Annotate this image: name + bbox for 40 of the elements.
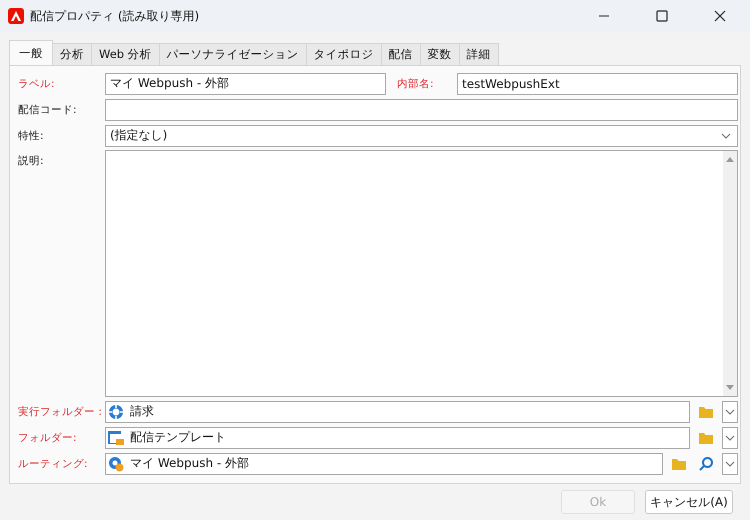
label-field[interactable]: マイ Webpush - 外部 — [105, 72, 386, 94]
tab[interactable]: 一般 — [9, 40, 53, 65]
arrow-down-icon[interactable] — [726, 385, 734, 391]
folder-picker-field[interactable]: 配信テンプレート — [105, 426, 690, 448]
internal-name-field[interactable]: testWebpushExt — [457, 72, 738, 94]
tab[interactable]: 分析 — [52, 43, 92, 65]
dropdown-button[interactable] — [722, 452, 738, 474]
tab[interactable]: 配信 — [380, 43, 421, 65]
field-label: 実行フォルダー : — [18, 404, 102, 418]
field-label: ラベル: — [18, 76, 56, 90]
window-title: 配信プロパティ (読み取り専用) — [30, 8, 200, 24]
folder-picker-field[interactable]: マイ Webpush - 外部 — [105, 452, 663, 474]
chevron-down-icon — [721, 132, 731, 138]
folder-picker-field[interactable]: 請求 — [105, 400, 690, 422]
dropdown-button[interactable] — [722, 426, 738, 448]
field-label: 内部名: — [396, 76, 435, 90]
dropdown[interactable]: (指定なし) — [105, 124, 738, 146]
arrow-up-icon[interactable] — [726, 156, 734, 162]
dropdown-button[interactable] — [722, 400, 738, 422]
tab[interactable]: Web 分析 — [91, 43, 160, 65]
field-label: ルーティング: — [18, 456, 89, 470]
close-icon[interactable] — [714, 10, 726, 22]
field-label: 説明: — [18, 154, 45, 169]
tab[interactable]: 変数 — [420, 43, 460, 65]
tab[interactable]: タイポロジ — [306, 43, 382, 65]
maximize-icon[interactable] — [656, 10, 668, 22]
app-logo-icon — [8, 8, 24, 24]
input-field[interactable] — [105, 98, 738, 120]
cancel-button[interactable]: キャンセル(A) — [645, 490, 733, 514]
description-field[interactable] — [105, 150, 738, 397]
scrollbar[interactable] — [723, 151, 737, 396]
tab[interactable]: パーソナライゼーション — [158, 43, 307, 65]
field-label: フォルダー: — [18, 430, 78, 444]
search-icon[interactable] — [698, 456, 714, 472]
field-label: 配信コード: — [18, 102, 78, 116]
chevron-down-icon — [725, 408, 735, 414]
chevron-down-icon — [725, 434, 735, 440]
field-label: 特性: — [18, 128, 45, 142]
chevron-down-icon — [725, 460, 735, 466]
tab[interactable]: 詳細 — [458, 43, 499, 65]
